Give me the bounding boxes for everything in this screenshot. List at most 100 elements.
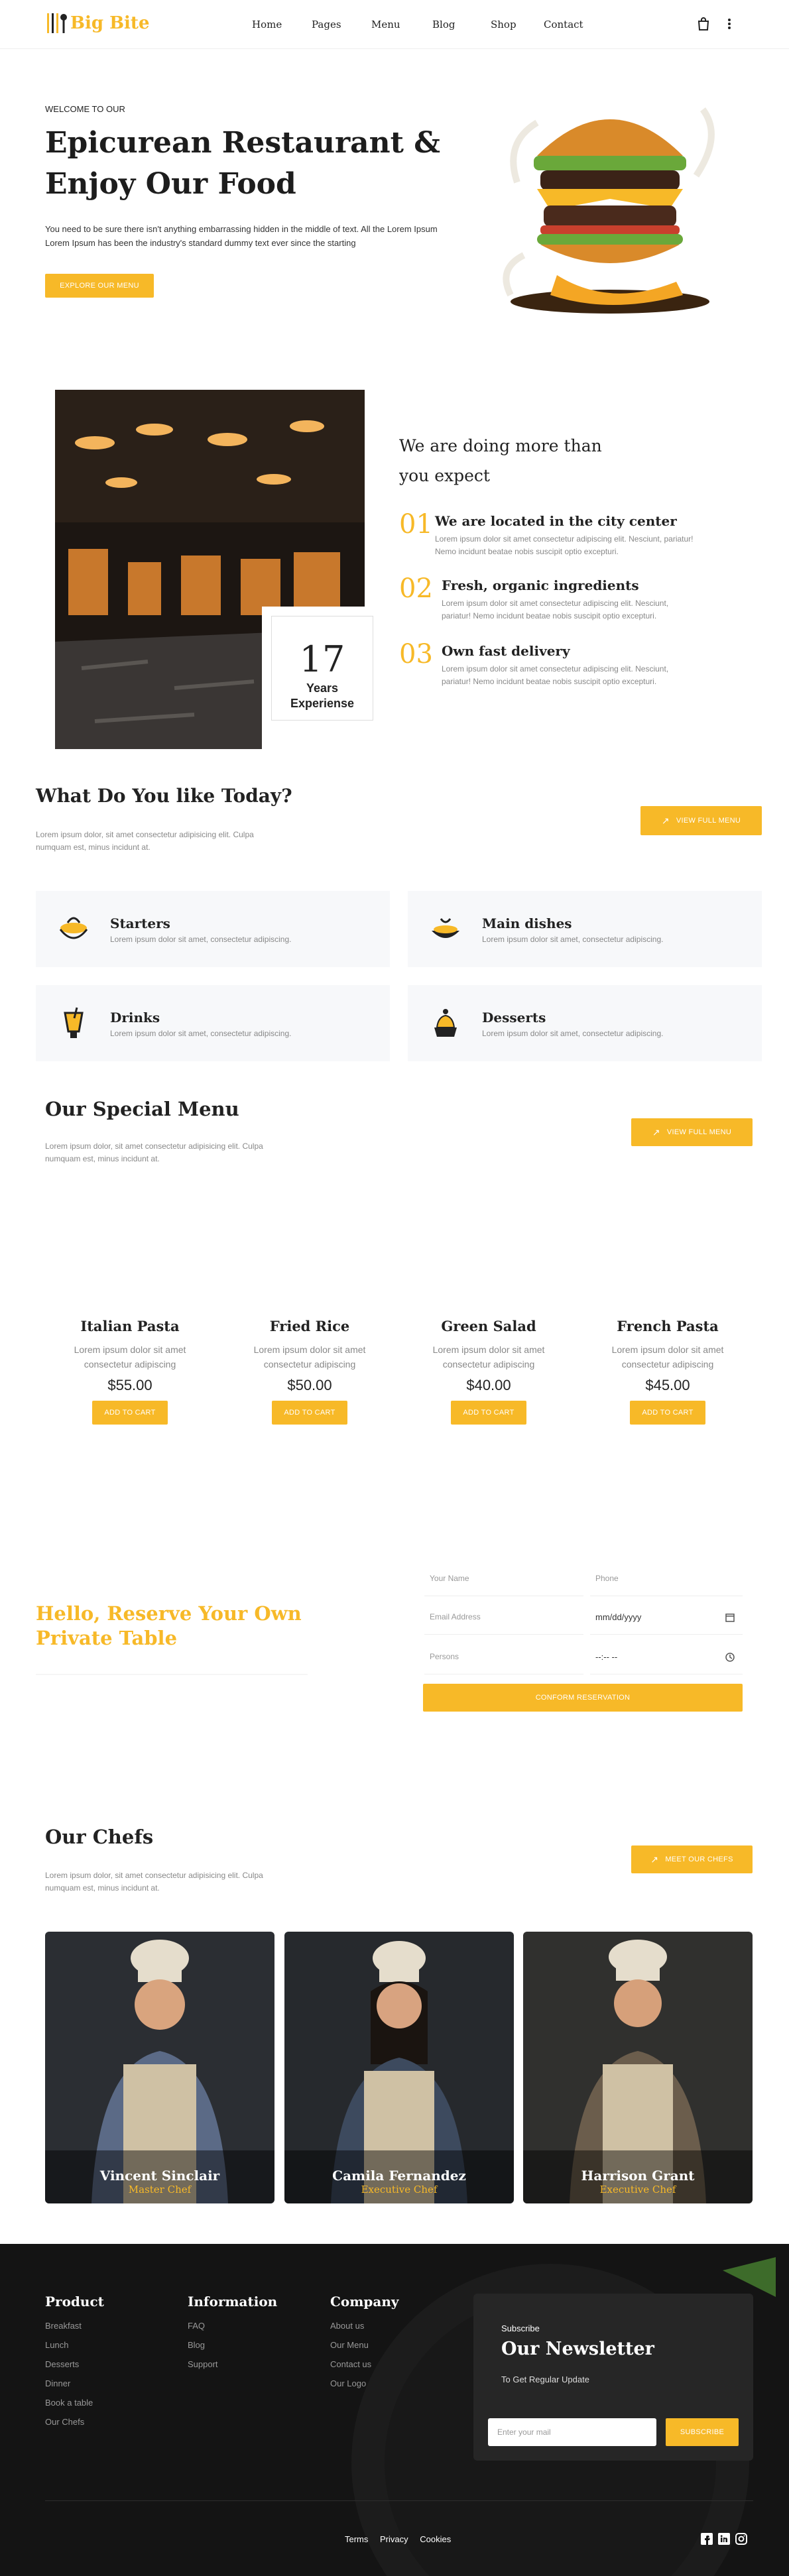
- menu-item-price: $55.00: [107, 1377, 152, 1393]
- arrow-up-right-icon: ↗: [652, 1126, 660, 1138]
- menu-item-desc: Lorem ipsum dolor sit amet consectetur ad…: [611, 1344, 724, 1370]
- confirm-reservation-button[interactable]: CONFORM RESERVATION: [423, 1684, 743, 1712]
- category-main-dishes[interactable]: Main dishes Lorem ipsum dolor sit amet, …: [408, 891, 762, 967]
- category-text: Lorem ipsum dolor sit amet, consectetur …: [482, 1029, 664, 1038]
- chefs-heading: Our Chefs: [45, 1826, 154, 1848]
- feature-number: 01: [399, 509, 433, 540]
- facebook-icon[interactable]: [701, 2533, 713, 2545]
- date-field[interactable]: mm/dd/yyyy: [590, 1603, 743, 1635]
- view-full-menu-button[interactable]: ↗ VIEW FULL MENU: [640, 806, 762, 835]
- nav-shop[interactable]: Shop: [491, 19, 516, 30]
- footer-divider: [45, 2500, 753, 2501]
- chef-card[interactable]: Harrison Grant Executive Chef: [523, 1932, 753, 2203]
- chef-role: Executive Chef: [599, 2184, 676, 2195]
- name-field[interactable]: Your Name: [424, 1564, 583, 1596]
- years-badge: 17 Years Experiense: [262, 607, 383, 749]
- subscribe-button[interactable]: SUBSCRIBE: [666, 2418, 739, 2446]
- chef-card[interactable]: Camila Fernandez Executive Chef: [284, 1932, 514, 2203]
- category-starters[interactable]: Starters Lorem ipsum dolor sit amet, con…: [36, 891, 390, 967]
- footer-col-title: Company: [330, 2294, 399, 2310]
- clock-icon[interactable]: [725, 1653, 735, 1662]
- menu-card: Italian Pasta Lorem ipsum dolor sit amet…: [54, 1318, 206, 1425]
- categories-text: Lorem ipsum dolor, sit amet consectetur …: [36, 830, 254, 852]
- feature-text: Lorem ipsum dolor sit amet consectetur a…: [442, 599, 669, 620]
- calendar-icon[interactable]: [725, 1613, 735, 1622]
- persons-field[interactable]: Persons: [424, 1643, 583, 1674]
- add-to-cart-button[interactable]: ADD TO CART: [272, 1401, 347, 1425]
- category-title: Drinks: [110, 1010, 160, 1025]
- cookies-link[interactable]: Cookies: [420, 2534, 451, 2544]
- menu-item-name: Green Salad: [441, 1318, 536, 1334]
- social-icons: [701, 2533, 747, 2545]
- footer-link[interactable]: Our Menu: [330, 2335, 399, 2355]
- newsletter-subtitle: To Get Regular Update: [501, 2374, 589, 2384]
- about-heading-line-1: We are doing more than: [399, 436, 602, 455]
- categories-heading: What Do You like Today?: [36, 785, 292, 807]
- footer-link[interactable]: Dinner: [45, 2374, 104, 2393]
- categories-section: What Do You like Today? Lorem ipsum dolo…: [0, 776, 789, 1067]
- feature-number: 03: [399, 639, 433, 670]
- chefs-text: Lorem ipsum dolor, sit amet consectetur …: [45, 1871, 263, 1893]
- footer-link[interactable]: Lunch: [45, 2335, 104, 2355]
- logo[interactable]: Big Bite: [45, 11, 151, 37]
- footer-link[interactable]: Blog: [188, 2335, 277, 2355]
- add-to-cart-button[interactable]: ADD TO CART: [630, 1401, 705, 1425]
- footer-link[interactable]: Desserts: [45, 2355, 104, 2374]
- chef-name: Harrison Grant: [581, 2168, 695, 2184]
- instagram-icon[interactable]: [735, 2533, 747, 2545]
- explore-menu-button[interactable]: EXPLORE OUR MENU: [45, 274, 154, 298]
- privacy-link[interactable]: Privacy: [380, 2534, 408, 2544]
- chef-name: Camila Fernandez: [332, 2168, 466, 2184]
- add-to-cart-button[interactable]: ADD TO CART: [92, 1401, 168, 1425]
- nav-pages[interactable]: Pages: [312, 19, 341, 30]
- terms-link[interactable]: Terms: [345, 2534, 368, 2544]
- footer-link[interactable]: Breakfast: [45, 2316, 104, 2335]
- email-field[interactable]: Email Address: [424, 1603, 583, 1635]
- menu-item-desc: Lorem ipsum dolor sit amet consectetur ad…: [74, 1344, 186, 1370]
- cart-icon[interactable]: [698, 17, 709, 30]
- footer-link[interactable]: About us: [330, 2316, 399, 2335]
- linkedin-icon[interactable]: [718, 2533, 730, 2545]
- footer-link[interactable]: FAQ: [188, 2316, 277, 2335]
- footer-link[interactable]: Our Chefs: [45, 2412, 104, 2431]
- feature-title: We are located in the city center: [435, 513, 677, 529]
- menu-item-price: $40.00: [466, 1377, 511, 1393]
- about-section: 17 Years Experiense We are doing more th…: [0, 384, 789, 756]
- menu-item-price: $45.00: [645, 1377, 690, 1393]
- newsletter-eyebrow: Subscribe: [501, 2323, 540, 2333]
- hero-title: Epicurean Restaurant & Enjoy Our Food: [45, 123, 456, 205]
- feature-title: Fresh, organic ingredients: [442, 577, 639, 593]
- nav-home[interactable]: Home: [252, 19, 282, 30]
- category-desserts[interactable]: Desserts Lorem ipsum dolor sit amet, con…: [408, 985, 762, 1061]
- years-label-2: Experiense: [290, 697, 355, 710]
- nav-blog[interactable]: Blog: [432, 19, 455, 30]
- phone-field[interactable]: Phone: [590, 1564, 743, 1596]
- reserve-heading: Hello, Reserve Your Own Private Table: [36, 1602, 302, 1651]
- newsletter-title: Our Newsletter: [501, 2339, 654, 2359]
- view-full-menu-button-2[interactable]: ↗ VIEW FULL MENU: [631, 1118, 753, 1146]
- menu-card: Green Salad Lorem ipsum dolor sit amet co…: [412, 1318, 565, 1425]
- hero-title-line-1: Epicurean Restaurant &: [45, 126, 440, 160]
- footer-link[interactable]: Book a table: [45, 2393, 104, 2412]
- meet-our-chefs-button[interactable]: ↗ MEET OUR CHEFS: [631, 1845, 753, 1873]
- feature-1: 01 We are located in the city center Lor…: [399, 509, 744, 562]
- footer-link[interactable]: Our Logo: [330, 2374, 399, 2393]
- menu-card: Fried Rice Lorem ipsum dolor sit amet con…: [233, 1318, 386, 1425]
- nav-contact[interactable]: Contact: [544, 19, 583, 30]
- category-drinks[interactable]: Drinks Lorem ipsum dolor sit amet, conse…: [36, 985, 390, 1061]
- menu-card: French Pasta Lorem ipsum dolor sit amet c…: [591, 1318, 744, 1425]
- site-header: Big Bite Home Pages Menu Blog Shop Conta…: [0, 0, 789, 49]
- chef-role: Master Chef: [128, 2184, 192, 2195]
- add-to-cart-button[interactable]: ADD TO CART: [451, 1401, 526, 1425]
- nav-menu[interactable]: Menu: [371, 19, 400, 30]
- newsletter-email-input[interactable]: Enter your mail: [488, 2418, 656, 2446]
- menu-item-price: $50.00: [287, 1377, 332, 1393]
- reserve-divider: [36, 1674, 308, 1675]
- logo-text: Big Bite: [70, 13, 150, 33]
- chef-card[interactable]: Vincent Sinclair Master Chef: [45, 1932, 274, 2203]
- time-field[interactable]: --:-- --: [590, 1643, 743, 1674]
- footer-link[interactable]: Support: [188, 2355, 277, 2374]
- more-menu-icon[interactable]: [727, 18, 731, 30]
- footer-link[interactable]: Contact us: [330, 2355, 399, 2374]
- special-text: Lorem ipsum dolor, sit amet consectetur …: [45, 1142, 263, 1163]
